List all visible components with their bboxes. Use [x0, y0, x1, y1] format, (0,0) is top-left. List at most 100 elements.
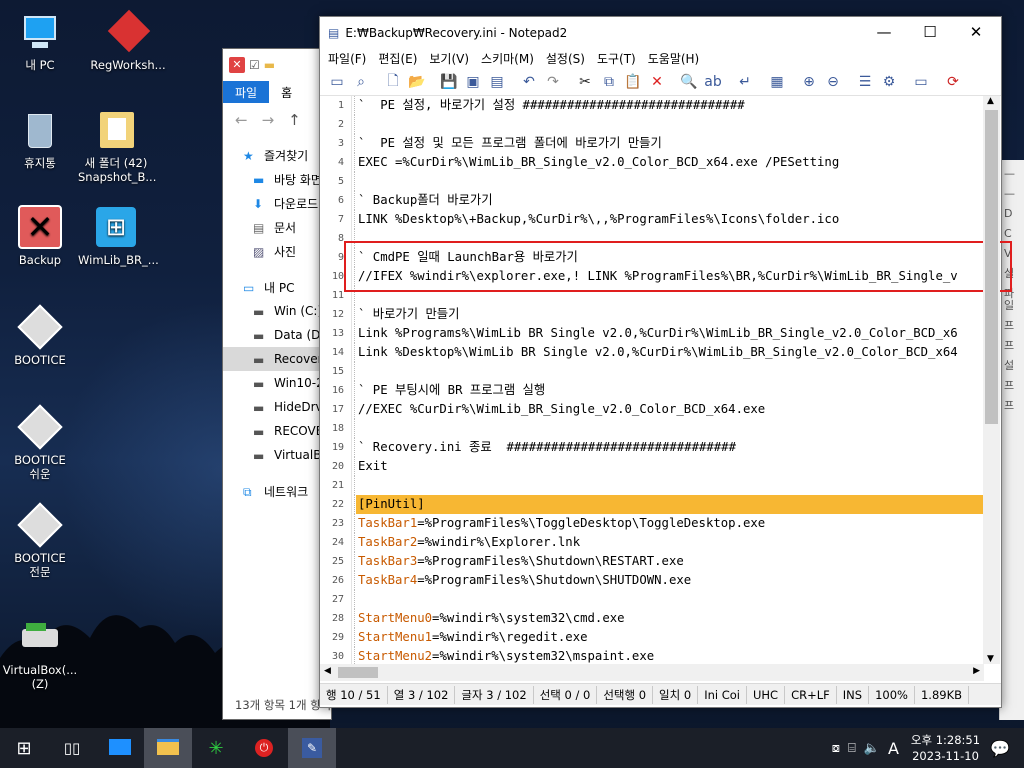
notification-icon[interactable]: 💬 — [990, 739, 1010, 758]
scheme-icon[interactable]: ▦ — [766, 71, 788, 93]
delete-icon[interactable]: ✕ — [646, 71, 668, 93]
desktop-icon-bootice-easy[interactable]: BOOTICE 쉬운 — [2, 404, 78, 481]
browse-icon[interactable]: ⌕ — [350, 71, 372, 93]
taskbar-grid-app-button[interactable]: ✳ — [192, 728, 240, 768]
new-file-icon[interactable]: 🗋 — [382, 71, 404, 93]
desktop-icon-my-pc[interactable]: 내 PC — [2, 10, 78, 72]
ime-indicator[interactable]: A — [888, 739, 899, 758]
tree-item[interactable]: ▬ Win (C:) — [223, 299, 331, 323]
tree-item[interactable]: ▨ 사진 — [223, 239, 331, 263]
menu-item[interactable]: 스키마(M) — [475, 48, 540, 68]
network-icon[interactable]: ⌸ — [848, 741, 856, 756]
taskbar-start-button[interactable]: ⊞ — [0, 728, 48, 768]
find-icon[interactable]: 🔍 — [678, 71, 700, 93]
taskbar-power-app-button[interactable]: ⏻ — [240, 728, 288, 768]
cut-icon[interactable]: ✂ — [574, 71, 596, 93]
tree-item[interactable]: ▬ Win10-2 — [223, 371, 331, 395]
tree-item[interactable]: ⧉ 네트워크 — [223, 479, 331, 503]
code-line[interactable]: 26 TaskBar4=%ProgramFiles%\Shutdown\SHUTD… — [320, 571, 985, 590]
close-icon[interactable]: ✕ — [229, 57, 245, 73]
tree-item[interactable]: ▬ Recovery — [223, 347, 331, 371]
code-line[interactable]: 22 [PinUtil] — [320, 495, 985, 514]
code-line[interactable]: 18 — [320, 419, 985, 438]
notepad-titlebar[interactable]: ▤ E:₩Backup₩Recovery.ini - Notepad2 — ☐ … — [320, 17, 1001, 48]
taskbar-desktop-button[interactable] — [96, 728, 144, 768]
word-wrap-icon[interactable]: ↵ — [734, 71, 756, 93]
code-line[interactable]: 28 StartMenu0=%windir%\system32\cmd.exe — [320, 609, 985, 628]
vertical-scrollbar[interactable]: ▲ ▼ — [983, 96, 1000, 664]
settings-icon[interactable]: ⚙ — [878, 71, 900, 93]
save-icon[interactable]: 💾 — [438, 71, 460, 93]
tree-item[interactable]: ▬ RECOVE — [223, 419, 331, 443]
close-icon[interactable]: ✕ — [953, 17, 999, 48]
tab-file[interactable]: 파일 — [223, 81, 270, 103]
tree-item[interactable]: ▬ 바탕 화면 — [223, 167, 331, 191]
code-line[interactable]: 20 Exit — [320, 457, 985, 476]
back-icon[interactable]: ← — [235, 111, 248, 129]
taskbar-task-view-button[interactable]: ▯▯ — [48, 728, 96, 768]
file-explorer-window[interactable]: ✕ ☑ ▬ 파일 홈 ← → ↑ ★ 즐겨찾기 ▬ 바탕 화면 ⬇ 다운로드 ▤ 문서 ▨ 사진 ▭… — [222, 48, 332, 720]
code-line[interactable]: 21 — [320, 476, 985, 495]
code-line[interactable]: 27 — [320, 590, 985, 609]
code-line[interactable]: 14 Link %Desktop%\WimLib BR Single v2.0,%… — [320, 343, 985, 362]
forward-icon[interactable]: → — [262, 111, 275, 129]
notepad2-window[interactable]: ▤ E:₩Backup₩Recovery.ini - Notepad2 — ☐ … — [319, 16, 1002, 708]
code-line[interactable]: 5 — [320, 172, 985, 191]
tree-item[interactable]: ⬇ 다운로드 — [223, 191, 331, 215]
horizontal-scrollbar[interactable]: ◀ ▶ — [320, 664, 984, 681]
desktop-icon-regworkshop[interactable]: RegWorksh... — [90, 9, 166, 72]
menu-item[interactable]: 설정(S) — [540, 48, 591, 68]
menu-item[interactable]: 파일(F) — [322, 48, 372, 68]
fullscreen-icon[interactable]: ▭ — [910, 71, 932, 93]
tree-item[interactable]: ▬ HideDrv — [223, 395, 331, 419]
code-line[interactable]: 6 ` Backup폴더 바로가기 — [320, 191, 985, 210]
desktop-icon-folder[interactable]: 새 폴더 (42) Snapshot_B... — [78, 108, 156, 184]
exit-icon[interactable]: ⟳ — [942, 71, 964, 93]
tree-item[interactable]: ▬ VirtualBo — [223, 443, 331, 467]
code-line[interactable]: 3 ` PE 설정 및 모든 프로그램 폴더에 바로가기 만들기 — [320, 134, 985, 153]
zoom-out-icon[interactable]: ⊖ — [822, 71, 844, 93]
code-line[interactable]: 1 ` PE 설정, 바로가기 설정 ######################… — [320, 96, 985, 115]
vertical-scroll-thumb[interactable] — [985, 110, 998, 424]
maximize-icon[interactable]: ☐ — [907, 17, 953, 48]
desktop-icon-wimlib[interactable]: ⊞ WimLib_BR_... — [78, 205, 159, 267]
code-line[interactable]: 17 //EXEC %CurDir%\WimLib_BR_Single_v2.0_… — [320, 400, 985, 419]
code-line[interactable]: 19 ` Recovery.ini 종료 ####################… — [320, 438, 985, 457]
scroll-right-icon[interactable]: ▶ — [973, 666, 980, 676]
tree-item[interactable]: ★ 즐겨찾기 — [223, 143, 331, 167]
menu-item[interactable]: 편집(E) — [372, 48, 423, 68]
scroll-left-icon[interactable]: ◀ — [324, 666, 331, 676]
tab-home[interactable]: 홈 — [269, 81, 304, 103]
desktop-icon-recycle-bin[interactable]: 휴지통 — [2, 108, 78, 170]
zoom-in-icon[interactable]: ⊕ — [798, 71, 820, 93]
desktop-icon-backup[interactable]: ✕ Backup — [2, 205, 78, 267]
scroll-up-icon[interactable]: ▲ — [987, 96, 994, 106]
undo-icon[interactable]: ↶ — [518, 71, 540, 93]
new-window-icon[interactable]: ▭ — [326, 71, 348, 93]
horizontal-scroll-thumb[interactable] — [338, 667, 378, 678]
code-line[interactable]: 24 TaskBar2=%windir%\Explorer.lnk — [320, 533, 985, 552]
code-line[interactable]: 12 ` 바로가기 만들기 — [320, 305, 985, 324]
code-line[interactable]: 16 ` PE 부팅시에 BR 프로그램 실행 — [320, 381, 985, 400]
code-line[interactable]: 2 — [320, 115, 985, 134]
tree-item[interactable]: ▬ Data (D: — [223, 323, 331, 347]
code-line[interactable]: 25 TaskBar3=%ProgramFiles%\Shutdown\RESTA… — [320, 552, 985, 571]
menu-item[interactable]: 보기(V) — [423, 48, 475, 68]
paste-icon[interactable]: 📋 — [622, 71, 644, 93]
tree-item[interactable]: ▭ 내 PC — [223, 275, 331, 299]
copy-icon[interactable]: ⧉ — [598, 71, 620, 93]
volume-icon[interactable]: 🔈 — [864, 741, 880, 756]
scroll-down-icon[interactable]: ▼ — [987, 654, 994, 664]
code-line[interactable]: 13 Link %Programs%\WimLib BR Single v2.0,… — [320, 324, 985, 343]
taskbar-file-explorer-button[interactable] — [144, 728, 192, 768]
tree-item[interactable]: ▤ 문서 — [223, 215, 331, 239]
save-all-icon[interactable]: ▤ — [486, 71, 508, 93]
menu-item[interactable]: 도구(T) — [591, 48, 642, 68]
desktop-icon-bootice[interactable]: BOOTICE — [2, 304, 78, 367]
text-editor[interactable]: 1 ` PE 설정, 바로가기 설정 ######################… — [320, 96, 985, 680]
code-line[interactable]: 15 — [320, 362, 985, 381]
up-icon[interactable]: ↑ — [288, 111, 301, 129]
check-icon[interactable]: ☑ — [249, 58, 260, 72]
taskbar-notepad-button[interactable]: ✎ — [288, 728, 336, 768]
replace-icon[interactable]: ab — [702, 71, 724, 93]
